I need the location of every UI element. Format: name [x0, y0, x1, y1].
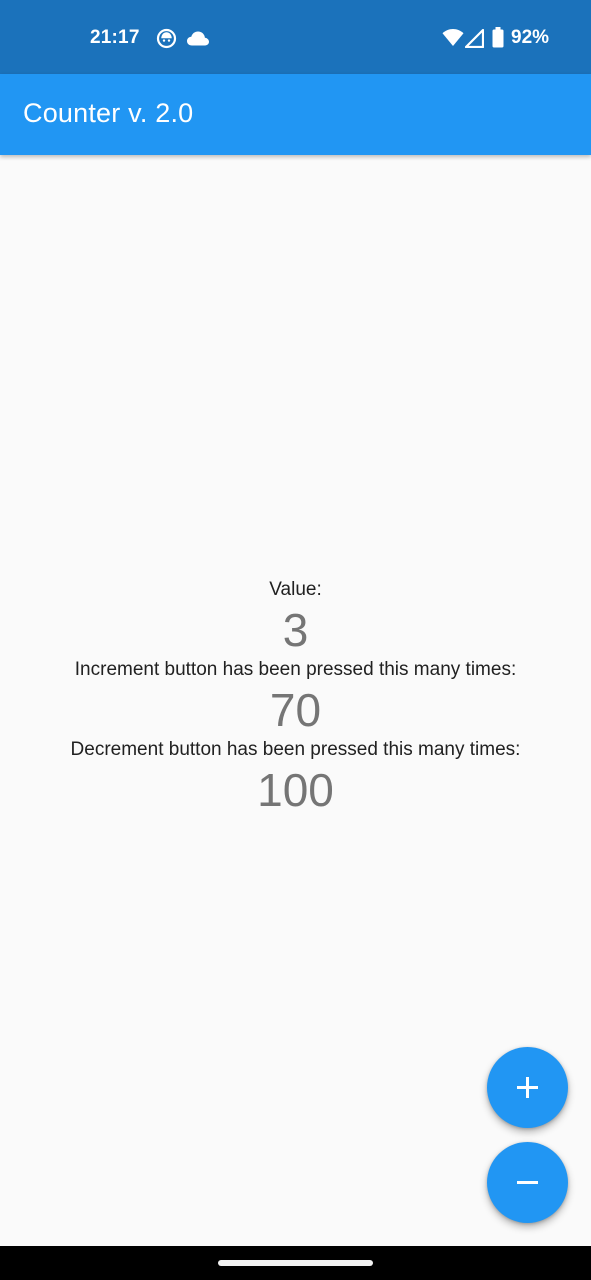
- increment-button[interactable]: [487, 1047, 568, 1128]
- remove-icon: [517, 1181, 538, 1184]
- battery-percentage: 92%: [511, 27, 550, 48]
- app-bar: Counter v. 2.0: [0, 74, 591, 155]
- cell-signal-icon: [464, 28, 485, 53]
- app-screen: 21:17 92% Counter v. 2.0 Value: 3 Increm…: [0, 0, 591, 1280]
- increment-count-label: Increment button has been pressed this m…: [74, 659, 517, 680]
- battery-icon: [492, 27, 504, 53]
- decrement-count-label: Decrement button has been pressed this m…: [70, 739, 521, 760]
- status-bar: 21:17 92%: [0, 0, 591, 74]
- counter-panel: Value: 3 Increment button has been press…: [0, 575, 591, 815]
- decrement-count-number: 100: [257, 764, 334, 816]
- home-gesture-handle[interactable]: [218, 1260, 373, 1266]
- increment-count-number: 70: [269, 684, 322, 736]
- add-icon: [517, 1077, 538, 1098]
- wifi-icon: [442, 28, 464, 52]
- notification-app-icon: [156, 28, 177, 54]
- value-number: 3: [282, 604, 309, 656]
- decrement-button[interactable]: [487, 1142, 568, 1223]
- system-navigation-bar: [0, 1246, 591, 1280]
- value-label: Value:: [269, 579, 322, 600]
- cloud-icon: [186, 30, 210, 52]
- status-time: 21:17: [90, 27, 140, 48]
- app-title: Counter v. 2.0: [23, 98, 194, 128]
